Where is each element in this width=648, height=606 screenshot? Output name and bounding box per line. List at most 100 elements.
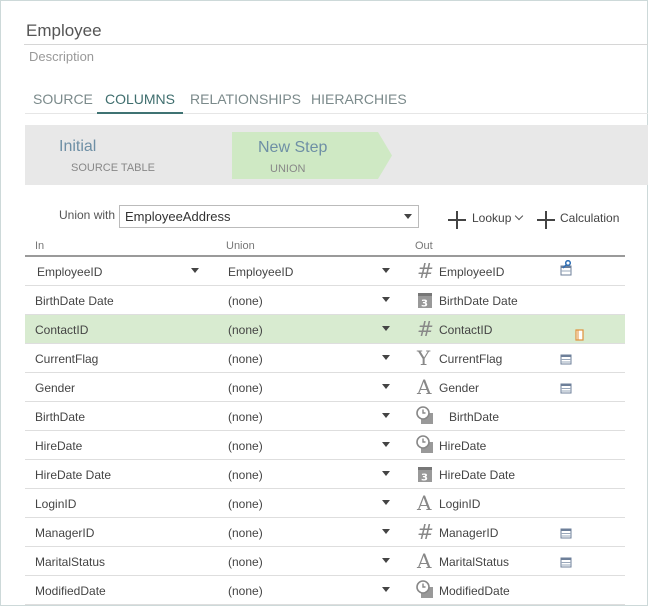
out-column-name[interactable]: ModifiedDate	[439, 584, 510, 598]
union-column-select[interactable]: (none)	[228, 352, 263, 366]
chevron-down-icon[interactable]	[382, 558, 390, 563]
in-column-cell: ModifiedDate	[25, 576, 205, 604]
datetime-icon	[416, 435, 434, 454]
out-column-name[interactable]: BirthDate Date	[439, 294, 518, 308]
column-header-out: Out	[415, 240, 433, 252]
tab-columns[interactable]: COLUMNS	[97, 91, 184, 114]
table-row[interactable]: Gender (none) A Gender	[25, 373, 625, 402]
in-column-label: ManagerID	[35, 526, 95, 540]
step-initial-title[interactable]: Initial	[59, 138, 96, 156]
out-column-name[interactable]: BirthDate	[449, 410, 499, 424]
table-row[interactable]: LoginID (none) A LoginID	[25, 489, 625, 518]
svg-text:Y: Y	[416, 348, 431, 367]
text-icon: A	[416, 377, 434, 396]
step-new-step[interactable]: New Step UNION	[232, 132, 392, 179]
chevron-down-icon[interactable]	[382, 355, 390, 360]
union-with-label: Union with	[59, 208, 116, 222]
key-table-icon[interactable]	[560, 259, 572, 276]
in-column-label: BirthDate	[35, 410, 86, 424]
plus-icon[interactable]	[448, 211, 466, 229]
chevron-down-icon[interactable]	[382, 326, 390, 331]
in-column-cell: BirthDate Date	[25, 286, 205, 314]
out-column-name[interactable]: Gender	[439, 381, 479, 395]
in-column-cell: HireDate	[25, 431, 205, 459]
in-column-label: Gender	[35, 381, 76, 395]
plus-icon[interactable]	[537, 211, 555, 229]
union-column-select[interactable]: (none)	[228, 410, 263, 424]
table-row[interactable]: ModifiedDate (none) ModifiedDate	[25, 576, 625, 605]
column-header-in: In	[35, 240, 45, 252]
orange-doc-icon[interactable]	[575, 328, 587, 341]
tab-hierarchies[interactable]: HIERARCHIES	[303, 91, 415, 112]
union-column-select[interactable]: (none)	[228, 439, 263, 453]
union-column-select[interactable]: (none)	[228, 468, 263, 482]
in-column-label: ContactID	[35, 323, 89, 337]
out-column-name[interactable]: MaritalStatus	[439, 555, 509, 569]
table-row[interactable]: BirthDate Date (none) 3 BirthDate Date	[25, 286, 625, 315]
tab-source[interactable]: SOURCE	[25, 91, 101, 112]
out-column-name[interactable]: HireDate	[439, 439, 486, 453]
boolean-icon: Y	[416, 348, 434, 367]
chevron-down-icon[interactable]	[382, 529, 390, 534]
union-column-select[interactable]: (none)	[228, 584, 263, 598]
datetime-icon	[416, 406, 434, 425]
description-field[interactable]: Description	[29, 49, 94, 64]
column-mapping-table: EmployeeID EmployeeID # EmployeeID BirthDate…	[25, 257, 625, 605]
out-column-name[interactable]: CurrentFlag	[439, 352, 502, 366]
out-column-name[interactable]: HireDate Date	[439, 468, 515, 482]
in-column-select[interactable]: EmployeeID	[25, 257, 205, 285]
tab-relationships[interactable]: RELATIONSHIPS	[182, 91, 309, 112]
svg-text:#: #	[417, 319, 434, 338]
svg-text:3: 3	[421, 299, 428, 310]
chevron-down-icon[interactable]	[382, 442, 390, 447]
union-column-select[interactable]: EmployeeID	[228, 265, 293, 279]
table-row[interactable]: BirthDate (none) BirthDate	[25, 402, 625, 431]
step-pipeline: Initial SOURCE TABLE New Step UNION	[25, 125, 648, 185]
calculation-button[interactable]: Calculation	[560, 211, 619, 225]
table-row[interactable]: ContactID (none) # ContactID	[25, 315, 625, 344]
table-row[interactable]: MaritalStatus (none) A MaritalStatus	[25, 547, 625, 576]
text-icon: A	[416, 493, 434, 512]
union-column-select[interactable]: (none)	[228, 526, 263, 540]
chevron-down-icon[interactable]	[382, 297, 390, 302]
out-column-name[interactable]: ContactID	[439, 323, 492, 337]
union-with-select[interactable]: EmployeeAddress	[119, 205, 419, 228]
svg-text:#: #	[417, 261, 434, 280]
datetime-icon	[416, 580, 434, 599]
table-icon[interactable]	[560, 352, 572, 365]
union-column-select[interactable]: (none)	[228, 323, 263, 337]
table-icon[interactable]	[560, 555, 572, 568]
in-column-label: MaritalStatus	[35, 555, 106, 569]
union-column-select[interactable]: (none)	[228, 294, 263, 308]
table-icon[interactable]	[560, 381, 572, 394]
in-column-cell: MaritalStatus	[25, 547, 205, 575]
chevron-down-icon[interactable]	[382, 471, 390, 476]
union-selected-value: EmployeeAddress	[125, 209, 231, 224]
table-row[interactable]: CurrentFlag (none) Y CurrentFlag	[25, 344, 625, 373]
table-row[interactable]: ManagerID (none) # ManagerID	[25, 518, 625, 547]
chevron-down-icon[interactable]	[191, 268, 199, 273]
in-column-label: CurrentFlag	[35, 352, 99, 366]
union-column-select[interactable]: (none)	[228, 381, 263, 395]
out-column-name[interactable]: ManagerID	[439, 526, 498, 540]
tab-bar: SOURCE COLUMNS RELATIONSHIPS HIERARCHIES	[25, 91, 648, 114]
chevron-down-icon[interactable]	[382, 500, 390, 505]
table-row[interactable]: HireDate (none) HireDate	[25, 431, 625, 460]
chevron-down-icon[interactable]	[382, 268, 390, 273]
chevron-down-icon[interactable]	[382, 384, 390, 389]
out-column-name[interactable]: EmployeeID	[439, 265, 504, 279]
union-column-select[interactable]: (none)	[228, 497, 263, 511]
union-column-select[interactable]: (none)	[228, 555, 263, 569]
out-column-name[interactable]: LoginID	[439, 497, 480, 511]
in-column-cell: LoginID	[25, 489, 205, 517]
table-row[interactable]: HireDate Date (none) 3 HireDate Date	[25, 460, 625, 489]
hash-icon: #	[416, 319, 434, 338]
table-icon[interactable]	[560, 526, 572, 539]
lookup-button[interactable]: Lookup	[472, 211, 511, 225]
chevron-down-icon[interactable]	[382, 413, 390, 418]
page-title[interactable]: Employee	[26, 21, 102, 41]
chevron-down-icon[interactable]	[382, 587, 390, 592]
step-initial-subtitle: SOURCE TABLE	[71, 162, 155, 174]
table-row[interactable]: EmployeeID EmployeeID # EmployeeID	[25, 257, 625, 286]
svg-text:A: A	[416, 377, 432, 396]
